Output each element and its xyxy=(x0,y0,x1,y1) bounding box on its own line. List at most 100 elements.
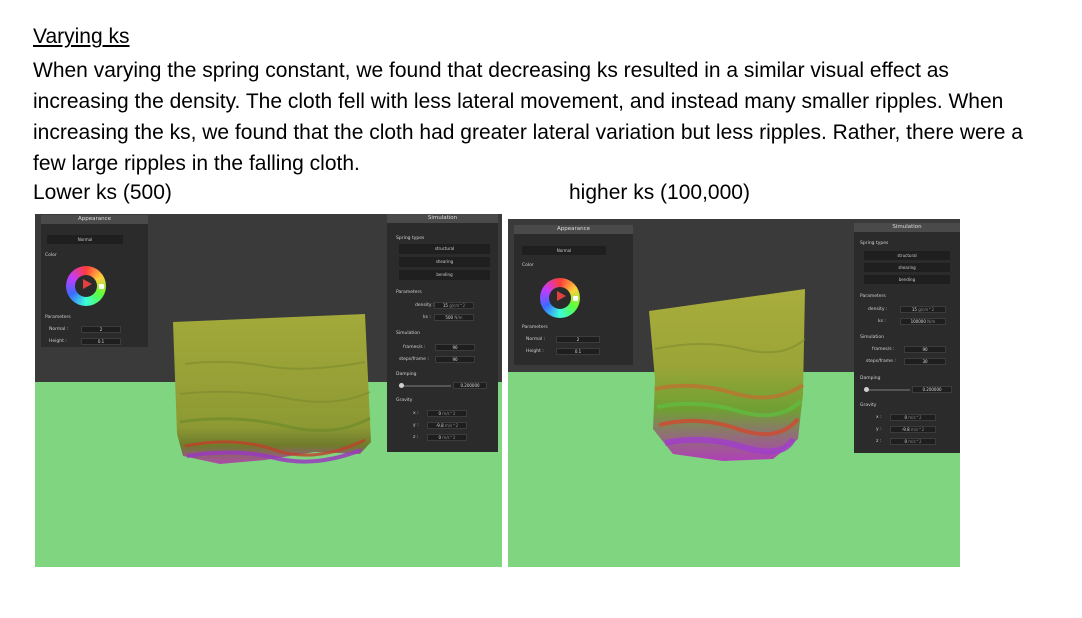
ks-label: ks : xyxy=(878,319,886,324)
density-input[interactable]: 15 g/cm^2 xyxy=(900,306,946,313)
simulation-panel: Simulation Spring types structural shear… xyxy=(854,223,960,453)
hue-handle[interactable] xyxy=(98,284,104,290)
simulation-label: Simulation xyxy=(860,335,884,340)
damping-input[interactable]: 0.200000 xyxy=(912,386,952,393)
ks-input[interactable]: 500 N/m xyxy=(434,314,474,321)
gravity-z-label: z : xyxy=(876,439,882,444)
parameters-label: Parameters xyxy=(45,315,71,320)
screenshot-lower-ks: Appearance Normal Color Parameters Norma… xyxy=(35,214,502,567)
parameters-label: Parameters xyxy=(522,325,548,330)
gravity-label: Gravity xyxy=(396,398,413,403)
caption-higher-ks: higher ks (100,000) xyxy=(569,181,750,204)
gravity-x-input[interactable]: 0 m/s^2 xyxy=(890,414,936,421)
density-value: 15 xyxy=(442,303,448,308)
spring-structural-toggle[interactable]: structural xyxy=(399,244,490,254)
ks-value: 500 xyxy=(445,315,454,320)
screenshot-higher-ks: Appearance Normal Color Parameters Norma… xyxy=(508,219,960,567)
gravity-x-input[interactable]: 0 m/s^2 xyxy=(427,410,467,417)
appearance-panel: Appearance Normal Color Parameters Norma… xyxy=(514,225,633,365)
cloth-mesh xyxy=(649,289,806,461)
hue-handle[interactable] xyxy=(572,296,578,302)
density-label: density : xyxy=(415,303,435,308)
normal-input[interactable]: 2 xyxy=(81,326,121,333)
steps-input[interactable]: 30 xyxy=(904,358,946,365)
appearance-panel: Appearance Normal Color Parameters Norma… xyxy=(41,215,148,347)
color-triangle-icon xyxy=(556,291,566,302)
shader-dropdown[interactable]: Normal xyxy=(47,235,123,244)
damping-label: Damping xyxy=(860,376,881,381)
steps-label: steps/frame : xyxy=(399,357,429,362)
height-input[interactable]: 0.1 xyxy=(556,348,600,355)
sim-parameters-label: Parameters xyxy=(396,290,422,295)
cloth-mesh xyxy=(173,314,371,464)
simulation-title: Simulation xyxy=(387,214,498,223)
gravity-x-label: x : xyxy=(413,411,419,416)
spring-shearing-toggle[interactable]: shearing xyxy=(399,257,490,267)
frames-input[interactable]: 90 xyxy=(435,344,475,351)
gravity-z-value: 0 xyxy=(904,439,908,444)
damping-slider[interactable] xyxy=(399,383,451,388)
body-paragraph: When varying the spring constant, we fou… xyxy=(33,59,1023,175)
simulation-label: Simulation xyxy=(396,331,420,336)
spring-shearing-toggle[interactable]: shearing xyxy=(864,263,950,272)
gravity-x-value: 0 xyxy=(438,411,442,416)
density-unit: g/cm^2 xyxy=(918,307,935,312)
spring-bending-toggle[interactable]: bending xyxy=(399,270,490,280)
height-label: Height : xyxy=(49,339,67,344)
gravity-x-value: 0 xyxy=(904,415,908,420)
color-label: Color xyxy=(45,253,57,258)
caption-lower-ks: Lower ks (500) xyxy=(33,181,172,204)
steps-input[interactable]: 90 xyxy=(435,356,475,363)
ks-unit: N/m xyxy=(454,315,463,320)
spring-structural-toggle[interactable]: structural xyxy=(864,251,950,260)
gravity-z-label: z : xyxy=(413,435,419,440)
gravity-z-input[interactable]: 0 m/s^2 xyxy=(890,438,936,445)
gravity-y-unit: m/s^2 xyxy=(444,423,459,428)
gravity-y-label: y : xyxy=(876,427,882,432)
appearance-title: Appearance xyxy=(514,225,633,234)
density-input[interactable]: 15 g/cm^2 xyxy=(434,302,474,309)
gravity-y-input[interactable]: -9.8 m/s^2 xyxy=(427,422,467,429)
ks-input[interactable]: 100000 N/m xyxy=(900,318,946,325)
color-wheel[interactable] xyxy=(540,278,580,318)
gravity-z-input[interactable]: 0 m/s^2 xyxy=(427,434,467,441)
density-label: density : xyxy=(868,307,888,312)
gravity-x-unit: m/s^2 xyxy=(908,415,922,420)
normal-label: Normal : xyxy=(526,337,546,342)
frames-input[interactable]: 90 xyxy=(904,346,946,353)
section-heading: Varying ks xyxy=(33,25,130,48)
gravity-y-unit: m/s^2 xyxy=(910,427,925,432)
damping-input[interactable]: 0.200000 xyxy=(453,382,487,389)
normal-label: Normal : xyxy=(49,327,69,332)
color-wheel[interactable] xyxy=(66,266,106,306)
frames-label: frames/s : xyxy=(872,347,895,352)
gravity-x-unit: m/s^2 xyxy=(442,411,456,416)
gravity-z-value: 0 xyxy=(438,435,442,440)
damping-slider-handle[interactable] xyxy=(399,383,404,388)
appearance-title: Appearance xyxy=(41,215,148,224)
density-value: 15 xyxy=(911,307,917,312)
simulation-title: Simulation xyxy=(854,223,960,232)
gravity-y-input[interactable]: -9.8 m/s^2 xyxy=(890,426,936,433)
gravity-z-unit: m/s^2 xyxy=(908,439,922,444)
spring-bending-toggle[interactable]: bending xyxy=(864,275,950,284)
density-unit: g/cm^2 xyxy=(449,303,466,308)
frames-label: frames/s : xyxy=(403,345,426,350)
spring-types-label: Spring types xyxy=(860,241,889,246)
gravity-y-label: y : xyxy=(413,423,419,428)
damping-label: Damping xyxy=(396,372,417,377)
damping-slider-handle[interactable] xyxy=(864,387,869,392)
sim-parameters-label: Parameters xyxy=(860,294,886,299)
color-label: Color xyxy=(522,263,534,268)
ks-value: 100000 xyxy=(910,319,926,324)
simulation-panel: Simulation Spring types structural shear… xyxy=(387,214,498,452)
normal-input[interactable]: 2 xyxy=(556,336,600,343)
height-input[interactable]: 0.1 xyxy=(81,338,121,345)
steps-label: steps/frame : xyxy=(866,359,896,364)
color-triangle-icon xyxy=(82,279,92,290)
gravity-y-value: -9.8 xyxy=(435,423,444,428)
damping-slider[interactable] xyxy=(864,387,910,392)
spring-types-label: Spring types xyxy=(396,236,425,241)
shader-dropdown[interactable]: Normal xyxy=(522,246,606,255)
gravity-z-unit: m/s^2 xyxy=(442,435,456,440)
